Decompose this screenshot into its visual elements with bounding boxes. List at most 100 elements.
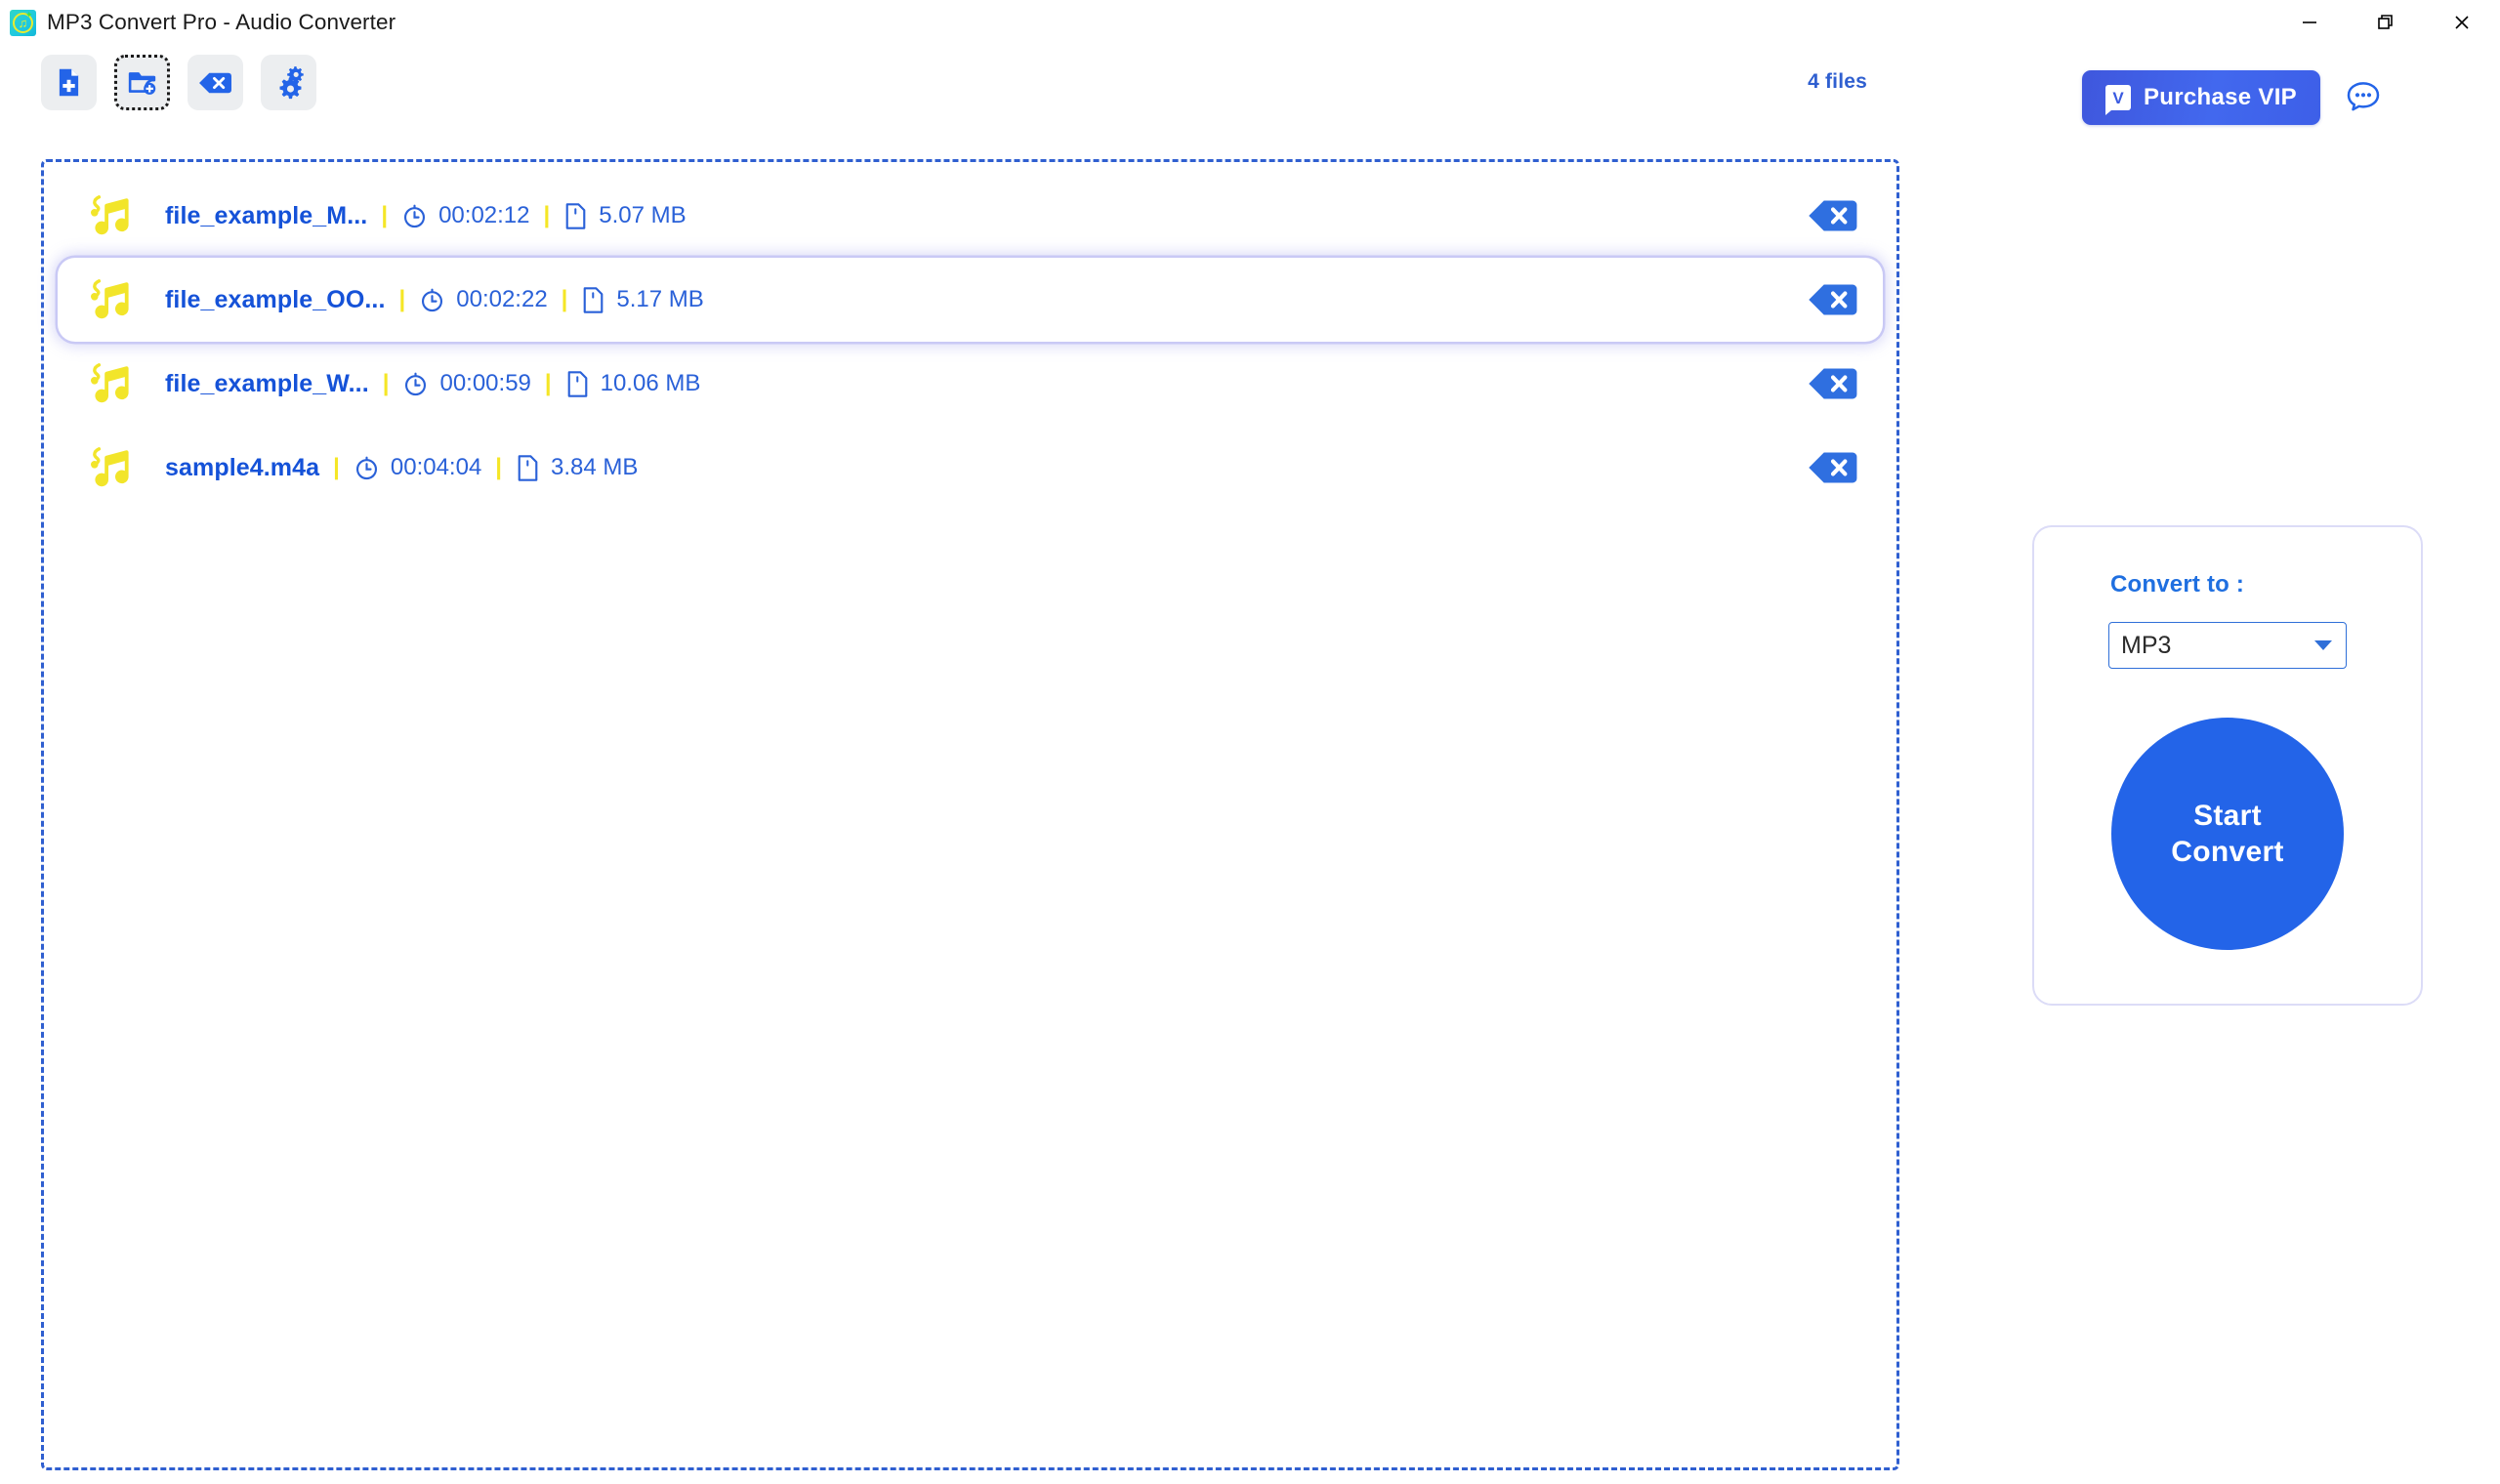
file-drop-zone[interactable]: file_example_M... | 00:02:12 | 5.07 MB fil…	[41, 159, 1899, 1470]
music-note-icon-wrap	[87, 192, 138, 239]
file-size: 10.06 MB	[565, 370, 701, 397]
clear-list-button[interactable]	[188, 55, 243, 110]
file-size-value: 3.84 MB	[551, 454, 639, 480]
file-duration: 00:02:12	[401, 202, 530, 229]
clock-icon-wrap	[419, 287, 445, 313]
gears-icon	[279, 65, 304, 99]
remove-file-button[interactable]	[1805, 366, 1861, 401]
music-note-icon-wrap	[87, 360, 138, 407]
folder-plus-icon	[128, 72, 156, 95]
output-format-value: MP3	[2121, 631, 2172, 659]
file-size-value: 10.06 MB	[600, 370, 701, 396]
remove-file-icon	[1809, 284, 1857, 315]
clock-icon	[355, 456, 377, 479]
file-duration-value: 00:02:12	[438, 202, 530, 228]
field-separator: |	[495, 454, 503, 480]
file-duration: 00:04:04	[354, 454, 481, 481]
file-size-icon	[565, 202, 586, 229]
toolbar-buttons	[41, 55, 316, 110]
minimize-icon	[2303, 21, 2316, 23]
file-size-icon-wrap	[563, 202, 588, 229]
music-note-icon	[91, 363, 129, 403]
field-separator: |	[333, 454, 340, 480]
file-name: file_example_W...	[165, 369, 369, 397]
header-actions: V Purchase VIP	[2081, 70, 2385, 125]
chat-bubble-icon	[2347, 82, 2380, 111]
file-size-icon	[584, 286, 604, 313]
clock-icon-wrap	[401, 203, 428, 229]
music-note-icon-wrap	[87, 276, 138, 323]
close-button[interactable]	[2424, 0, 2500, 45]
start-convert-line2: Convert	[2171, 836, 2284, 868]
music-note-icon	[91, 195, 129, 235]
window-controls	[2271, 0, 2500, 45]
file-duration-value: 00:04:04	[390, 454, 482, 480]
restore-icon	[2378, 15, 2393, 29]
file-size-icon-wrap	[565, 370, 590, 397]
file-size: 3.84 MB	[516, 454, 638, 481]
chevron-down-icon	[2314, 640, 2332, 650]
add-file-button[interactable]	[41, 55, 97, 110]
field-separator: |	[544, 370, 552, 396]
file-plus-icon	[59, 68, 79, 97]
title-bar: ♫ ✦ MP3 Convert Pro - Audio Converter	[0, 0, 2500, 45]
field-separator: |	[398, 286, 406, 312]
backspace-delete-icon	[199, 72, 231, 93]
add-folder-button[interactable]	[114, 55, 170, 110]
file-duration-value: 00:02:22	[456, 286, 548, 312]
file-name: file_example_OO...	[165, 285, 386, 313]
remove-file-button[interactable]	[1805, 282, 1861, 317]
remove-file-icon	[1809, 368, 1857, 399]
clock-icon	[405, 372, 427, 395]
file-duration-value: 00:00:59	[439, 370, 531, 396]
remove-file-icon	[1809, 200, 1857, 231]
remove-file-button[interactable]	[1805, 450, 1861, 485]
start-convert-button[interactable]: Start Convert	[2111, 718, 2344, 950]
file-row[interactable]: file_example_W... | 00:00:59 | 10.06 MB	[58, 342, 1883, 426]
clock-icon-wrap	[402, 371, 429, 397]
file-list: file_example_M... | 00:02:12 | 5.07 MB fil…	[58, 174, 1883, 510]
field-separator: |	[561, 286, 568, 312]
file-size-icon-wrap	[581, 286, 605, 313]
file-size: 5.17 MB	[581, 286, 704, 313]
file-size-icon	[567, 370, 587, 397]
file-duration: 00:02:22	[419, 286, 548, 313]
file-size-icon-wrap	[516, 454, 540, 481]
field-separator: |	[543, 202, 551, 228]
file-name: sample4.m4a	[165, 453, 320, 481]
music-note-icon	[91, 279, 129, 319]
field-separator: |	[382, 370, 390, 396]
file-name: file_example_M...	[165, 201, 368, 229]
vip-badge-icon: V	[2104, 85, 2131, 115]
file-row[interactable]: sample4.m4a | 00:04:04 | 3.84 MB	[58, 426, 1883, 510]
clock-icon-wrap	[354, 455, 380, 481]
clock-icon	[404, 204, 426, 227]
chat-support-button[interactable]	[2342, 76, 2385, 119]
music-note-icon	[91, 447, 129, 487]
sparkle-icon: ✦	[25, 9, 33, 20]
start-convert-line1: Start	[2193, 799, 2262, 832]
file-size-icon	[518, 454, 538, 481]
file-count-label: 4 files	[1808, 70, 1867, 93]
file-row[interactable]: file_example_OO... | 00:02:22 | 5.17 MB	[58, 258, 1883, 342]
remove-file-icon	[1809, 452, 1857, 483]
purchase-vip-label: Purchase VIP	[2143, 84, 2297, 110]
convert-to-label: Convert to :	[2110, 571, 2245, 598]
window-title: MP3 Convert Pro - Audio Converter	[47, 10, 396, 34]
restore-button[interactable]	[2348, 0, 2424, 45]
remove-file-button[interactable]	[1805, 198, 1861, 233]
settings-button[interactable]	[261, 55, 316, 110]
field-separator: |	[381, 202, 389, 228]
file-row[interactable]: file_example_M... | 00:02:12 | 5.07 MB	[58, 174, 1883, 258]
file-size-value: 5.07 MB	[599, 202, 687, 228]
convert-panel: Convert to : MP3 Start Convert	[2032, 525, 2423, 1006]
file-size-value: 5.17 MB	[616, 286, 704, 312]
file-duration: 00:00:59	[402, 370, 531, 397]
clock-icon	[422, 288, 443, 311]
music-note-icon-wrap	[87, 444, 138, 491]
output-format-select[interactable]: MP3	[2108, 622, 2347, 669]
app-icon: ♫ ✦	[10, 9, 36, 36]
purchase-vip-button[interactable]: V Purchase VIP	[2081, 70, 2320, 125]
file-size: 5.07 MB	[563, 202, 687, 229]
minimize-button[interactable]	[2271, 0, 2348, 45]
